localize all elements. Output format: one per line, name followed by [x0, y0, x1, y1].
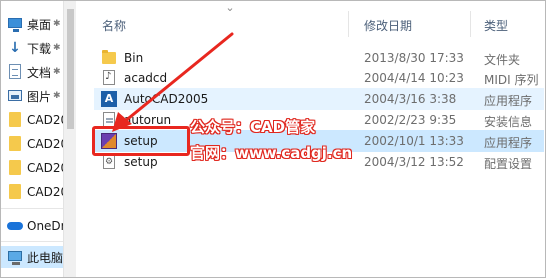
sidebar-item-label: CAD20 — [27, 185, 63, 199]
sidebar-item-label: CAD20 — [27, 113, 63, 127]
column-header-date[interactable]: 修改日期 — [364, 17, 412, 34]
sidebar-item-cad-folder-1[interactable]: CAD20 — [1, 109, 63, 131]
file-row-acadcd[interactable]: acadcd 2004/4/14 10:23 MIDI 序列 — [94, 67, 544, 89]
sidebar-scrollbar-thumb[interactable] — [67, 9, 74, 129]
watermark-website: 官网：www.cadgj.cn — [190, 144, 353, 162]
file-date: 2013/8/30 17:33 — [364, 51, 464, 65]
pin-icon: ✱ — [53, 91, 61, 101]
document-icon — [7, 64, 23, 80]
sidebar-item-desktop[interactable]: 桌面 ✱ — [1, 13, 63, 35]
file-type: 应用程序 — [484, 94, 533, 108]
onedrive-icon — [7, 218, 23, 234]
sidebar-item-cad-folder-4[interactable]: CAD20 — [1, 181, 63, 203]
sidebar-item-downloads[interactable]: ↓ 下载 ✱ — [1, 37, 63, 59]
file-type: MIDI 序列 — [484, 73, 539, 87]
this-pc-icon — [7, 249, 23, 265]
file-date: 2002/10/1 13:33 — [364, 134, 464, 148]
file-date: 2002/2/23 9:35 — [364, 113, 457, 127]
sidebar-item-label: 图片 — [27, 89, 52, 104]
highlight-box — [92, 126, 190, 156]
sidebar-item-cad-folder-3[interactable]: CAD20 — [1, 157, 63, 179]
column-header-name[interactable]: 名称 — [102, 17, 126, 34]
sidebar-item-pictures[interactable]: 图片 ✱ — [1, 85, 63, 107]
navigation-pane: 桌面 ✱ ↓ 下载 ✱ 文档 ✱ 图片 ✱ CAD20 CAD20 CAD20 … — [1, 1, 63, 277]
file-type: 应用程序 — [484, 136, 533, 150]
file-name: setup — [124, 155, 158, 169]
midi-file-icon — [101, 70, 117, 86]
file-name: Bin — [124, 51, 144, 65]
sidebar-item-label: 桌面 — [27, 17, 52, 32]
file-row-autocad2005[interactable]: A AutoCAD2005 2004/3/16 3:38 应用程序 — [94, 88, 544, 110]
pin-icon: ✱ — [53, 67, 61, 77]
sidebar-scrollbar[interactable] — [63, 1, 76, 277]
pictures-icon — [7, 88, 23, 104]
file-name: autorun — [124, 113, 172, 127]
file-row-bin[interactable]: Bin 2013/8/30 17:33 文件夹 — [94, 47, 544, 69]
file-date: 2004/3/12 13:52 — [364, 155, 464, 169]
column-header-type[interactable]: 类型 — [484, 17, 508, 34]
file-name: acadcd — [124, 71, 168, 85]
watermark-wechat: 公众号：CAD管家 — [190, 118, 316, 136]
folder-icon — [101, 50, 117, 66]
sidebar-divider — [1, 241, 63, 242]
sidebar-item-label: 文档 — [27, 65, 52, 80]
folder-icon — [7, 184, 23, 200]
sidebar-item-onedrive[interactable]: OneDriv — [1, 215, 63, 237]
sidebar-item-cad-folder-2[interactable]: CAD20 — [1, 133, 63, 155]
sidebar-item-label: CAD20 — [27, 161, 63, 175]
column-header-row: ⌄ 名称 修改日期 类型 — [77, 1, 545, 39]
file-type: 安装信息 — [484, 115, 533, 129]
sidebar-item-this-pc[interactable]: 此电脑 — [1, 246, 63, 268]
desktop-icon — [7, 16, 23, 32]
file-type: 配置设置 — [484, 157, 533, 171]
column-divider[interactable] — [348, 11, 349, 37]
sidebar-item-label: 此电脑 — [27, 250, 63, 265]
download-icon: ↓ — [9, 40, 21, 56]
config-file-icon — [101, 154, 117, 170]
folder-icon — [7, 112, 23, 128]
file-type: 文件夹 — [484, 53, 521, 67]
pin-icon: ✱ — [53, 43, 61, 53]
file-name: AutoCAD2005 — [124, 92, 209, 106]
folder-icon — [7, 160, 23, 176]
sidebar-item-label: CAD20 — [27, 137, 63, 151]
file-date: 2004/3/16 3:38 — [364, 92, 457, 106]
folder-icon — [7, 136, 23, 152]
sidebar-divider — [1, 208, 63, 209]
sort-chevron-icon: ⌄ — [225, 1, 235, 14]
sidebar-item-label: 下载 — [27, 41, 52, 56]
sidebar-item-label: OneDriv — [27, 219, 63, 233]
file-date: 2004/4/14 10:23 — [364, 71, 464, 85]
column-divider[interactable] — [470, 11, 471, 37]
sidebar-item-documents[interactable]: 文档 ✱ — [1, 61, 63, 83]
autocad-icon: A — [101, 91, 117, 107]
pin-icon: ✱ — [53, 19, 61, 29]
